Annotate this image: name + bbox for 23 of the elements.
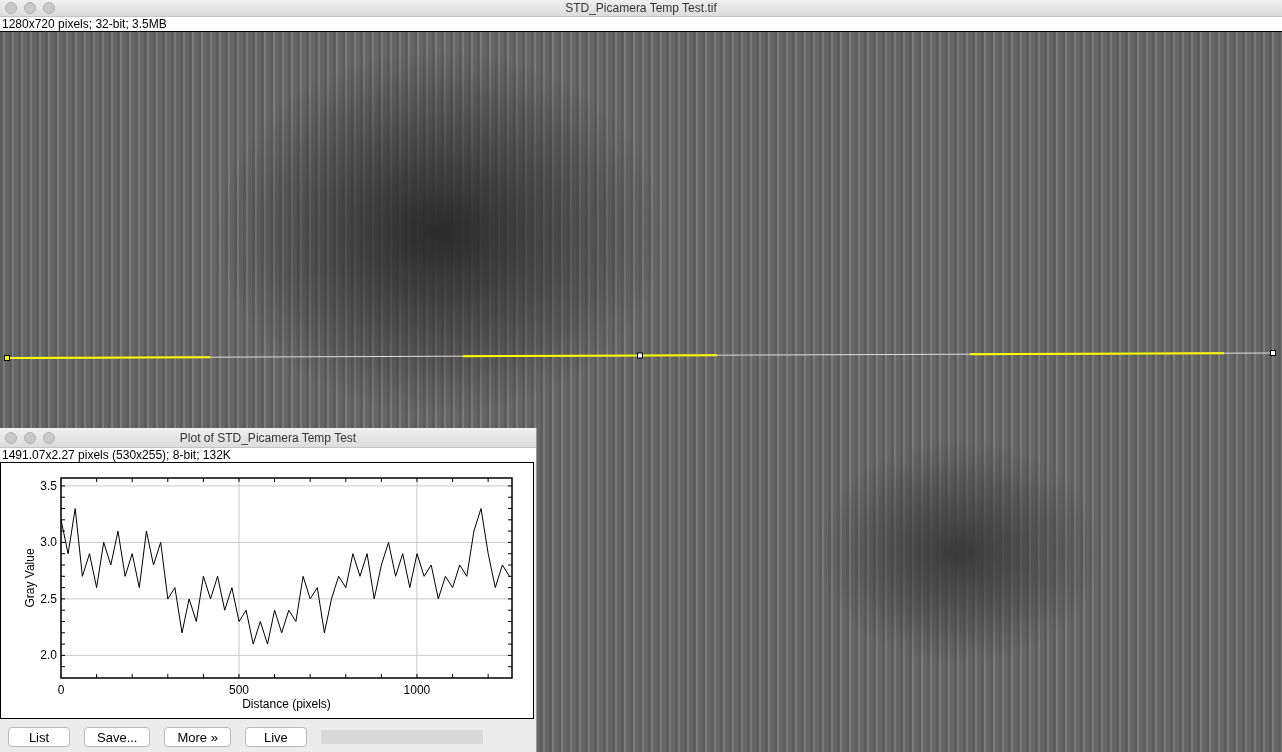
- y-tick-label: 2.0: [40, 648, 57, 663]
- close-icon[interactable]: [5, 431, 17, 444]
- plot-button[interactable]: List: [8, 727, 70, 747]
- window-title: Plot of STD_Picamera Temp Test: [179, 430, 357, 445]
- y-tick-label: 3.5: [40, 478, 57, 493]
- zoom-icon[interactable]: [43, 431, 55, 444]
- plot-button[interactable]: Live: [244, 727, 307, 747]
- image-info: 1280x720 pixels; 32-bit; 3.5MB: [0, 17, 1282, 32]
- plot-info: 1491.07x2.27 pixels (530x255); 8-bit; 132K: [0, 448, 536, 462]
- x-tick-label: 0: [57, 683, 65, 697]
- y-tick-label: 2.5: [40, 591, 57, 606]
- y-axis-label: Gray Value: [23, 548, 37, 608]
- plot-button[interactable]: More »: [164, 727, 231, 747]
- y-tick-label: 3.0: [40, 535, 57, 550]
- x-tick-label: 1000: [403, 683, 431, 697]
- close-icon[interactable]: [5, 2, 17, 14]
- plot-button[interactable]: Save...: [84, 727, 151, 747]
- zoom-icon[interactable]: [43, 2, 55, 14]
- minimize-icon[interactable]: [24, 431, 36, 444]
- minimize-icon[interactable]: [24, 2, 36, 14]
- window-title: STD_Picamera Temp Test.tif: [565, 1, 717, 15]
- x-axis-label: Distance (pixels): [242, 697, 331, 711]
- x-tick-label: 500: [228, 683, 249, 697]
